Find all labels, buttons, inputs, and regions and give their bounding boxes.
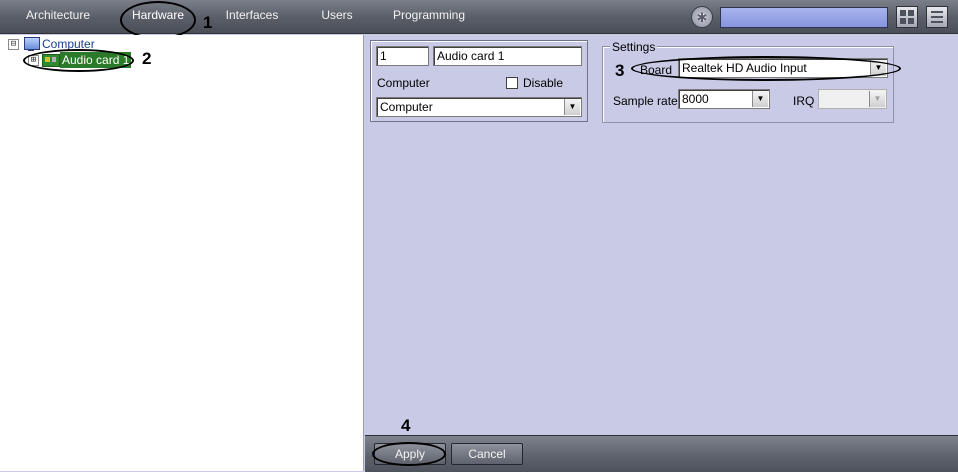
callout-1: 1 bbox=[203, 13, 213, 32]
gear-icon[interactable]: ✱ bbox=[691, 6, 713, 28]
board-label: Board bbox=[640, 63, 673, 77]
chevron-down-icon[interactable]: ▼ bbox=[752, 91, 768, 107]
bottom-action-bar: Apply Cancel bbox=[365, 435, 958, 472]
callout-4: 4 bbox=[401, 416, 411, 435]
irq-select[interactable]: ▼ bbox=[818, 89, 887, 109]
menu-icon[interactable] bbox=[926, 6, 948, 28]
audio-card-icon bbox=[42, 54, 60, 67]
disable-label: Disable bbox=[523, 76, 564, 90]
hardware-tree-panel: ⊟ Computer ⊞ Audio card 1 bbox=[0, 35, 364, 471]
cancel-button[interactable]: Cancel bbox=[451, 443, 523, 465]
search-input[interactable] bbox=[720, 7, 888, 28]
layout-grid-icon[interactable] bbox=[896, 6, 918, 28]
irq-label: IRQ bbox=[793, 94, 815, 108]
top-navigation-bar: Architecture Hardware Interfaces Users P… bbox=[0, 0, 958, 34]
tree-label-computer: Computer bbox=[42, 37, 95, 51]
object-id-field[interactable]: 1 bbox=[376, 46, 429, 66]
chevron-down-icon[interactable]: ▼ bbox=[869, 91, 885, 107]
apply-button[interactable]: Apply bbox=[374, 443, 446, 465]
monitor-icon bbox=[24, 37, 40, 51]
expand-icon[interactable]: ⊞ bbox=[28, 55, 39, 66]
tab-hardware[interactable]: Hardware bbox=[124, 0, 192, 33]
object-name-field[interactable]: Audio card 1 bbox=[433, 46, 582, 66]
tree-label-audio-card: Audio card 1 bbox=[60, 52, 132, 68]
settings-legend: Settings bbox=[610, 40, 658, 54]
tab-programming[interactable]: Programming bbox=[392, 0, 466, 33]
board-select-value: Realtek HD Audio Input bbox=[682, 61, 807, 75]
tab-users[interactable]: Users bbox=[316, 0, 358, 33]
tab-interfaces[interactable]: Interfaces bbox=[222, 0, 282, 33]
chevron-down-icon[interactable]: ▼ bbox=[564, 99, 580, 115]
sample-rate-select-value: 8000 bbox=[682, 92, 709, 106]
computer-label: Computer bbox=[377, 76, 430, 90]
chevron-down-icon[interactable]: ▼ bbox=[870, 60, 886, 76]
sample-rate-select[interactable]: 8000 ▼ bbox=[678, 89, 770, 109]
sample-rate-label: Sample rate bbox=[613, 94, 678, 108]
collapse-icon[interactable]: ⊟ bbox=[8, 39, 19, 50]
callout-3: 3 bbox=[615, 61, 625, 80]
board-select[interactable]: Realtek HD Audio Input ▼ bbox=[678, 58, 888, 78]
object-identity-box: 1 Audio card 1 Computer Disable Computer… bbox=[370, 40, 588, 122]
callout-2: 2 bbox=[142, 49, 152, 68]
disable-checkbox[interactable] bbox=[506, 77, 518, 89]
computer-select[interactable]: Computer ▼ bbox=[376, 97, 582, 117]
computer-select-value: Computer bbox=[380, 100, 433, 114]
tab-architecture[interactable]: Architecture bbox=[22, 0, 94, 33]
